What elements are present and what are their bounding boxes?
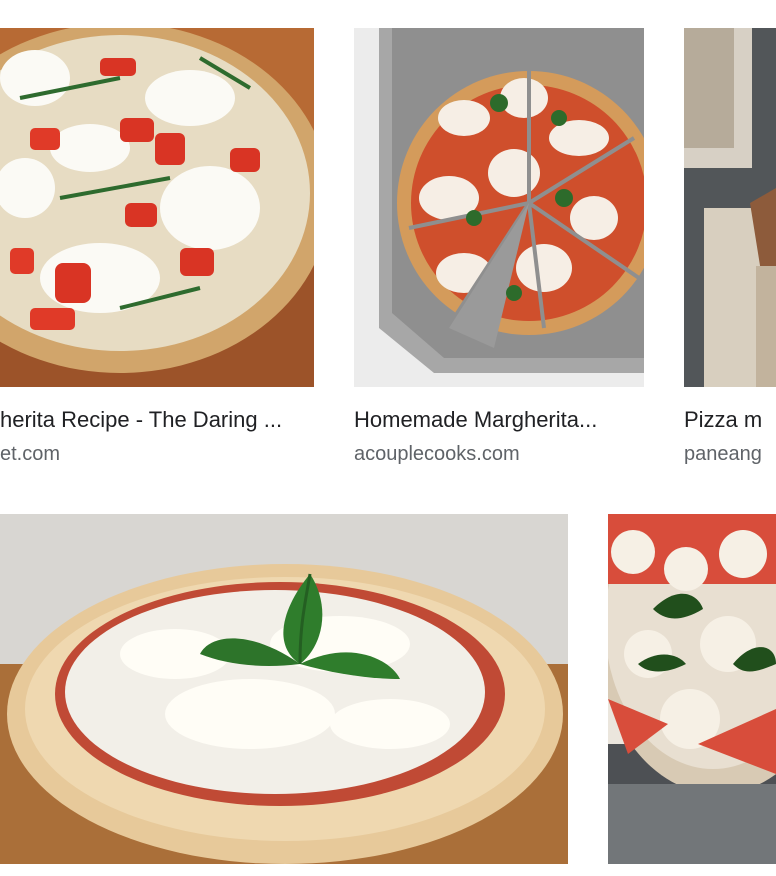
result-thumbnail-5[interactable] <box>608 514 776 864</box>
result-card-1[interactable]: herita Recipe - The Daring ... et.com <box>0 28 314 468</box>
result-thumbnail-4[interactable] <box>0 514 568 864</box>
pizza-image <box>608 514 776 864</box>
pizza-image <box>0 28 314 387</box>
result-card-3[interactable]: Pizza m paneang <box>684 28 776 468</box>
result-title-1[interactable]: herita Recipe - The Daring ... <box>0 406 314 434</box>
result-source-3[interactable]: paneang <box>684 441 776 467</box>
result-thumbnail-1[interactable] <box>0 28 314 387</box>
result-card-5[interactable] <box>608 514 776 864</box>
pizza-image <box>684 28 776 387</box>
result-card-4[interactable] <box>0 514 568 864</box>
result-card-2[interactable]: Homemade Margherita... acouplecooks.com <box>354 28 644 468</box>
result-title-2[interactable]: Homemade Margherita... <box>354 406 644 434</box>
result-thumbnail-3[interactable] <box>684 28 776 387</box>
image-search-results: herita Recipe - The Daring ... et.com Ho… <box>0 0 776 876</box>
result-thumbnail-2[interactable] <box>354 28 644 387</box>
pizza-image <box>0 514 568 864</box>
result-title-3[interactable]: Pizza m <box>684 406 776 434</box>
result-source-1[interactable]: et.com <box>0 441 314 467</box>
pizza-image <box>354 28 644 387</box>
result-source-2[interactable]: acouplecooks.com <box>354 441 644 467</box>
